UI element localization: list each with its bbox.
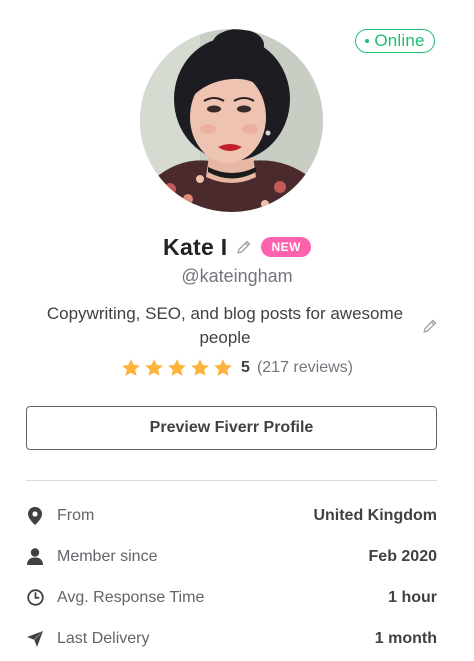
avatar-photo [140,29,323,212]
new-seller-badge: NEW [261,237,311,257]
seller-tagline: Copywriting, SEO, and blog posts for awe… [46,304,404,347]
online-status-badge: Online [355,29,435,53]
stat-row-response-time: Avg. Response Time 1 hour [26,577,437,618]
edit-tagline-pencil-icon[interactable] [422,318,440,336]
user-icon [26,548,44,566]
location-pin-icon [26,506,44,525]
online-status-label: Online [374,31,425,50]
rating-value: 5 [241,359,250,376]
review-count[interactable]: (217 reviews) [257,359,353,377]
star-icon [191,359,209,376]
stat-label: Last Delivery [57,629,150,647]
stat-row-member-since: Member since Feb 2020 [26,536,437,577]
username: @kateingham [181,266,293,286]
stat-value: United Kingdom [313,506,437,524]
stat-label: Member since [57,547,158,565]
stat-label: Avg. Response Time [57,588,205,606]
avatar[interactable] [140,29,323,212]
star-icon [145,359,163,376]
stat-value: 1 hour [388,588,437,606]
seller-stats-list: From United Kingdom Member since Feb 202… [26,495,437,659]
stat-row-last-delivery: Last Delivery 1 month [26,618,437,659]
clock-icon [26,589,44,607]
star-icon [214,359,232,376]
preview-fiverr-profile-button[interactable]: Preview Fiverr Profile [26,406,437,450]
star-icon [168,359,186,376]
star-icon [122,359,140,376]
seller-name: Kate I [163,233,228,260]
paper-plane-icon [26,630,44,648]
online-dot-icon [365,39,370,43]
name-row: Kate I NEW [0,230,474,264]
rating-row: 5 (217 reviews) [0,356,474,380]
star-rating [121,358,233,378]
stat-row-from: From United Kingdom [26,495,437,536]
stat-value: 1 month [374,629,437,647]
stat-value: Feb 2020 [368,547,437,565]
divider [26,480,437,481]
stat-label: From [57,506,95,524]
edit-name-pencil-icon[interactable] [235,238,253,256]
seller-profile-card: Online Kate I NEW @kateingham Copywritin… [0,0,474,661]
